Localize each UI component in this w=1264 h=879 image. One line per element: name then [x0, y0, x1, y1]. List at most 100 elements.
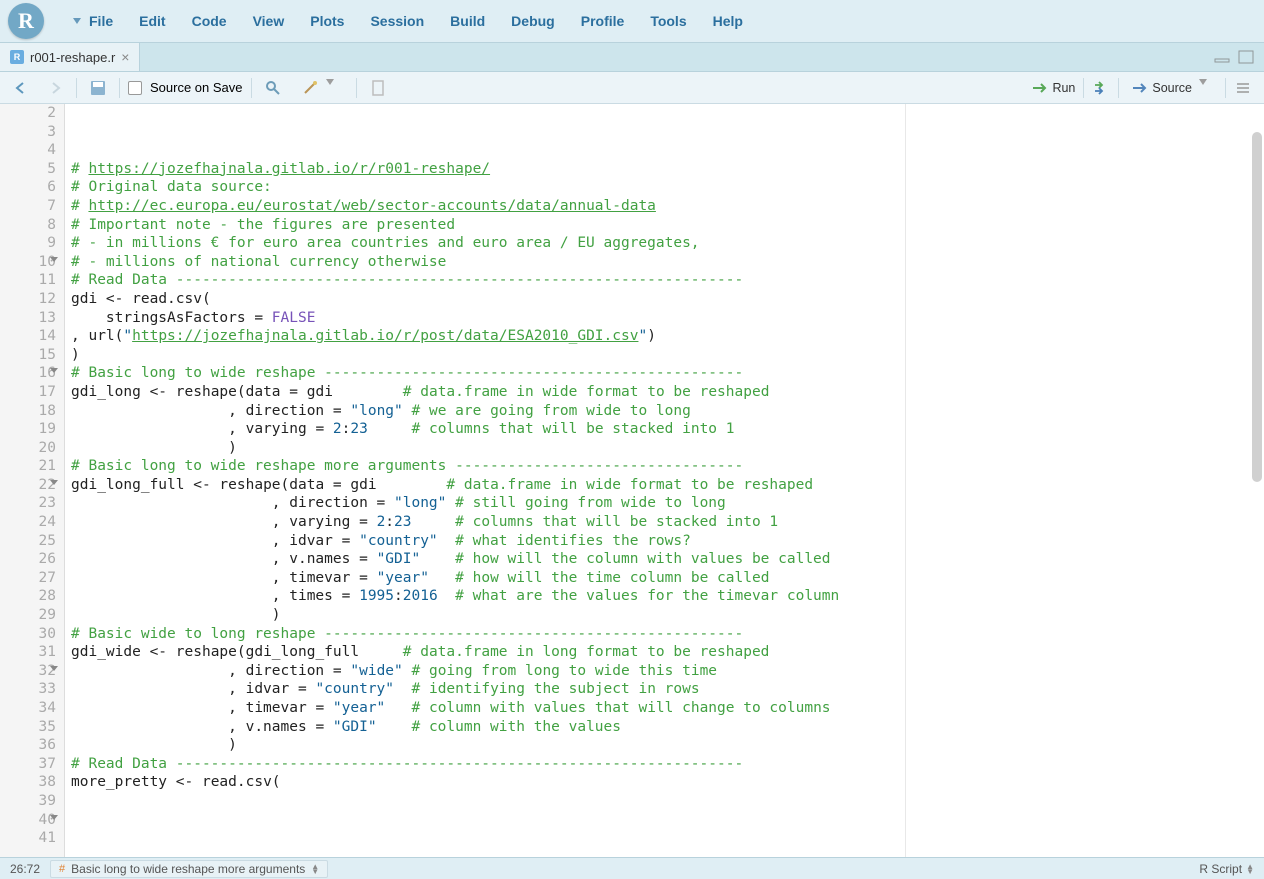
fold-icon[interactable]	[50, 257, 58, 262]
separator	[1118, 78, 1119, 98]
vertical-scrollbar[interactable]	[1252, 132, 1262, 482]
code-line[interactable]: # http://ec.europa.eu/eurostat/web/secto…	[71, 197, 1264, 216]
back-button[interactable]	[8, 77, 34, 99]
code-line[interactable]: # - in millions € for euro area countrie…	[71, 234, 1264, 253]
code-line[interactable]: # Basic long to wide reshape more argume…	[71, 457, 1264, 476]
cursor-position: 26:72	[0, 862, 50, 876]
chevron-down-icon	[73, 18, 81, 24]
code-line[interactable]: , v.names = "GDI" # column with the valu…	[71, 718, 1264, 737]
breadcrumb-label: Basic long to wide reshape more argument…	[71, 862, 305, 876]
code-line[interactable]: , direction = "long" # still going from …	[71, 494, 1264, 513]
chevron-down-icon	[326, 79, 344, 97]
tab-right	[1204, 43, 1264, 71]
app-logo[interactable]: R	[8, 3, 44, 39]
run-label: Run	[1052, 81, 1075, 95]
code-line[interactable]: )	[71, 736, 1264, 755]
source-label: Source	[1152, 81, 1192, 95]
code-line[interactable]: # https://jozefhajnala.gitlab.io/r/r001-…	[71, 160, 1264, 179]
code-line[interactable]: , direction = "wide" # going from long t…	[71, 662, 1264, 681]
menu-file[interactable]: File	[87, 9, 115, 33]
code-line[interactable]: , times = 1995:2016 # what are the value…	[71, 587, 1264, 606]
code-line[interactable]: # Read Data ----------------------------…	[71, 271, 1264, 290]
minimize-icon[interactable]	[1214, 50, 1230, 64]
source-on-save-checkbox[interactable]	[128, 81, 142, 95]
find-button[interactable]	[260, 77, 286, 99]
code-line[interactable]: # Basic long to wide reshape -----------…	[71, 364, 1264, 383]
code-line[interactable]: # Important note - the figures are prese…	[71, 216, 1264, 235]
code-line[interactable]: )	[71, 346, 1264, 365]
code-line[interactable]: gdi_long <- reshape(data = gdi # data.fr…	[71, 383, 1264, 402]
menubar: R File Edit Code View Plots Session Build Debug…	[0, 0, 1264, 42]
status-right: R Script ▲▼	[1189, 862, 1264, 876]
fold-icon[interactable]	[50, 480, 58, 485]
maximize-icon[interactable]	[1238, 50, 1254, 64]
menu-code[interactable]: Code	[190, 9, 229, 33]
fold-icon[interactable]	[50, 368, 58, 373]
project-dropdown[interactable]	[68, 14, 83, 28]
code-line[interactable]: , idvar = "country" # identifying the su…	[71, 680, 1264, 699]
fold-icon[interactable]	[50, 815, 58, 820]
tab-label: r001-reshape.r	[30, 50, 115, 65]
menu-profile[interactable]: Profile	[579, 9, 627, 33]
code-area[interactable]: # https://jozefhajnala.gitlab.io/r/r001-…	[65, 104, 1264, 857]
run-button[interactable]: Run	[1026, 77, 1079, 99]
code-line[interactable]: , idvar = "country" # what identifies th…	[71, 532, 1264, 551]
menu-session[interactable]: Session	[368, 9, 426, 33]
code-line[interactable]: # Original data source:	[71, 178, 1264, 197]
section-breadcrumb[interactable]: # Basic long to wide reshape more argume…	[50, 860, 328, 878]
code-line[interactable]: stringsAsFactors = FALSE	[71, 309, 1264, 328]
code-line[interactable]: , timevar = "year" # how will the time c…	[71, 569, 1264, 588]
code-line[interactable]: , timevar = "year" # column with values …	[71, 699, 1264, 718]
code-line[interactable]: more_pretty <- read.csv(	[71, 773, 1264, 792]
logo-text: R	[18, 8, 34, 34]
menu-view[interactable]: View	[251, 9, 287, 33]
code-line[interactable]: )	[71, 439, 1264, 458]
menu-plots[interactable]: Plots	[308, 9, 346, 33]
rerun-button[interactable]	[1088, 77, 1114, 99]
separator	[1225, 78, 1226, 98]
rscript-icon: R	[10, 50, 24, 64]
save-button[interactable]	[85, 77, 111, 99]
outline-button[interactable]	[1230, 77, 1256, 99]
menu-help[interactable]: Help	[711, 9, 745, 33]
menu-debug[interactable]: Debug	[509, 9, 557, 33]
fold-icon[interactable]	[50, 666, 58, 671]
tab-bar: R r001-reshape.r ×	[0, 42, 1264, 72]
code-line[interactable]: gdi_long_full <- reshape(data = gdi # da…	[71, 476, 1264, 495]
separator	[119, 78, 120, 98]
close-icon[interactable]: ×	[121, 49, 129, 65]
menu-build[interactable]: Build	[448, 9, 487, 33]
wand-button[interactable]	[294, 77, 348, 99]
status-bar: 26:72 # Basic long to wide reshape more …	[0, 857, 1264, 879]
stepper-icon: ▲▼	[1246, 864, 1254, 874]
stepper-icon: ▲▼	[311, 864, 319, 874]
menu-tools[interactable]: Tools	[648, 9, 688, 33]
code-line[interactable]: , v.names = "GDI" # how will the column …	[71, 550, 1264, 569]
code-line[interactable]: , varying = 2:23 # columns that will be …	[71, 513, 1264, 532]
code-line[interactable]: )	[71, 606, 1264, 625]
language-label[interactable]: R Script	[1199, 862, 1242, 876]
toolbar-right: Run Source	[1026, 77, 1256, 99]
code-line[interactable]: # - millions of national currency otherw…	[71, 253, 1264, 272]
code-line[interactable]: gdi_wide <- reshape(gdi_long_full # data…	[71, 643, 1264, 662]
editor[interactable]: 2345678910111213141516171819202122232425…	[0, 104, 1264, 857]
code-line[interactable]: # Basic wide to long reshape -----------…	[71, 625, 1264, 644]
document-button[interactable]	[365, 77, 391, 99]
chevron-down-icon	[1199, 79, 1217, 97]
code-line[interactable]: , direction = "long" # we are going from…	[71, 402, 1264, 421]
hash-icon: #	[59, 863, 65, 875]
code-line[interactable]: , varying = 2:23 # columns that will be …	[71, 420, 1264, 439]
separator	[76, 78, 77, 98]
file-tab[interactable]: R r001-reshape.r ×	[0, 43, 140, 71]
source-button[interactable]: Source	[1123, 77, 1221, 99]
separator	[356, 78, 357, 98]
menu-list: File Edit Code View Plots Session Build Debug Pr…	[87, 9, 745, 33]
code-line[interactable]: gdi <- read.csv(	[71, 290, 1264, 309]
code-line[interactable]: # Read Data ----------------------------…	[71, 755, 1264, 774]
forward-button[interactable]	[42, 77, 68, 99]
code-line[interactable]: , url("https://jozefhajnala.gitlab.io/r/…	[71, 327, 1264, 346]
source-on-save-label: Source on Save	[150, 80, 243, 95]
separator	[1083, 78, 1084, 98]
menu-edit[interactable]: Edit	[137, 9, 167, 33]
gutter: 2345678910111213141516171819202122232425…	[0, 104, 65, 857]
